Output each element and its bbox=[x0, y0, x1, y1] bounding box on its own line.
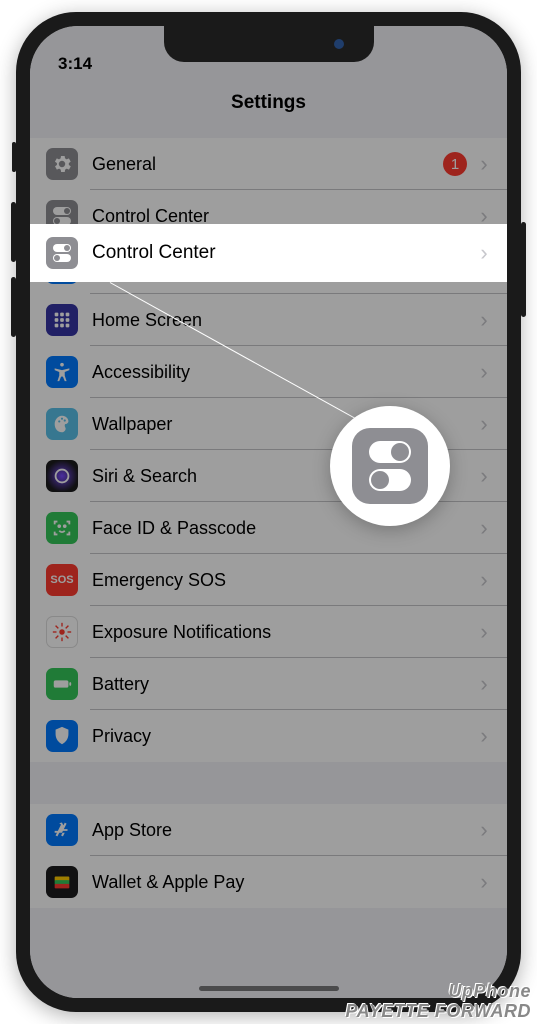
watermark-line1: UpPhone bbox=[345, 981, 531, 1002]
sos-icon: SOS bbox=[46, 564, 78, 596]
page-title: Settings bbox=[30, 76, 507, 126]
row-face-id-passcode[interactable]: Face ID & Passcode › bbox=[30, 502, 507, 554]
volume-down-button bbox=[11, 277, 16, 337]
row-label: Wallet & Apple Pay bbox=[92, 872, 477, 893]
row-label: Exposure Notifications bbox=[92, 622, 477, 643]
gear-icon bbox=[46, 148, 78, 180]
callout-zoom-circle bbox=[330, 406, 450, 526]
chevron-right-icon: › bbox=[477, 515, 491, 541]
wallet-icon bbox=[46, 866, 78, 898]
row-emergency-sos[interactable]: SOS Emergency SOS › bbox=[30, 554, 507, 606]
home-screen-icon bbox=[46, 304, 78, 336]
chevron-right-icon: › bbox=[477, 463, 491, 489]
chevron-right-icon: › bbox=[477, 240, 491, 266]
row-exposure-notifications[interactable]: Exposure Notifications › bbox=[30, 606, 507, 658]
row-label: Face ID & Passcode bbox=[92, 518, 477, 539]
row-wallet-apple-pay[interactable]: Wallet & Apple Pay › bbox=[30, 856, 507, 908]
watermark-line2: PAYETTE FORWARD bbox=[345, 1001, 531, 1022]
row-label: Privacy bbox=[92, 726, 477, 747]
row-accessibility[interactable]: Accessibility › bbox=[30, 346, 507, 398]
privacy-icon bbox=[46, 720, 78, 752]
row-privacy[interactable]: Privacy › bbox=[30, 710, 507, 762]
wallpaper-icon bbox=[46, 408, 78, 440]
section-gap bbox=[30, 762, 507, 792]
camera-dot bbox=[334, 39, 344, 49]
accessibility-icon bbox=[46, 356, 78, 388]
row-label: Control Center bbox=[92, 242, 477, 264]
notch bbox=[164, 26, 374, 62]
chevron-right-icon: › bbox=[477, 567, 491, 593]
row-general[interactable]: General 1 › bbox=[30, 138, 507, 190]
screen: 3:14 Settings General 1 › Control Center… bbox=[30, 26, 507, 998]
row-battery[interactable]: Battery › bbox=[30, 658, 507, 710]
app-store-icon bbox=[46, 814, 78, 846]
row-label: General bbox=[92, 154, 443, 175]
row-label: Home Screen bbox=[92, 310, 477, 331]
chevron-right-icon: › bbox=[477, 723, 491, 749]
watermark: UpPhone PAYETTE FORWARD bbox=[345, 981, 531, 1022]
volume-up-button bbox=[11, 202, 16, 262]
settings-list-group-2: App Store › Wallet & Apple Pay › bbox=[30, 804, 507, 908]
siri-icon bbox=[46, 460, 78, 492]
exposure-icon bbox=[46, 616, 78, 648]
row-app-store[interactable]: App Store › bbox=[30, 804, 507, 856]
face-id-icon bbox=[46, 512, 78, 544]
row-label: Battery bbox=[92, 674, 477, 695]
row-label: App Store bbox=[92, 820, 477, 841]
notification-badge: 1 bbox=[443, 152, 467, 176]
control-center-icon-large bbox=[352, 428, 428, 504]
chevron-right-icon: › bbox=[477, 671, 491, 697]
home-indicator[interactable] bbox=[199, 986, 339, 991]
chevron-right-icon: › bbox=[477, 869, 491, 895]
phone-frame: 3:14 Settings General 1 › Control Center… bbox=[16, 12, 521, 1012]
mute-switch bbox=[12, 142, 16, 172]
chevron-right-icon: › bbox=[477, 817, 491, 843]
chevron-right-icon: › bbox=[477, 411, 491, 437]
battery-icon bbox=[46, 668, 78, 700]
chevron-right-icon: › bbox=[477, 619, 491, 645]
status-time: 3:14 bbox=[58, 54, 92, 74]
chevron-right-icon: › bbox=[477, 307, 491, 333]
control-center-icon bbox=[46, 237, 78, 269]
chevron-right-icon: › bbox=[477, 151, 491, 177]
row-control-center-highlight[interactable]: Control Center › bbox=[30, 224, 507, 282]
row-label: Emergency SOS bbox=[92, 570, 477, 591]
row-home-screen[interactable]: Home Screen › bbox=[30, 294, 507, 346]
chevron-right-icon: › bbox=[477, 359, 491, 385]
power-button bbox=[521, 222, 526, 317]
